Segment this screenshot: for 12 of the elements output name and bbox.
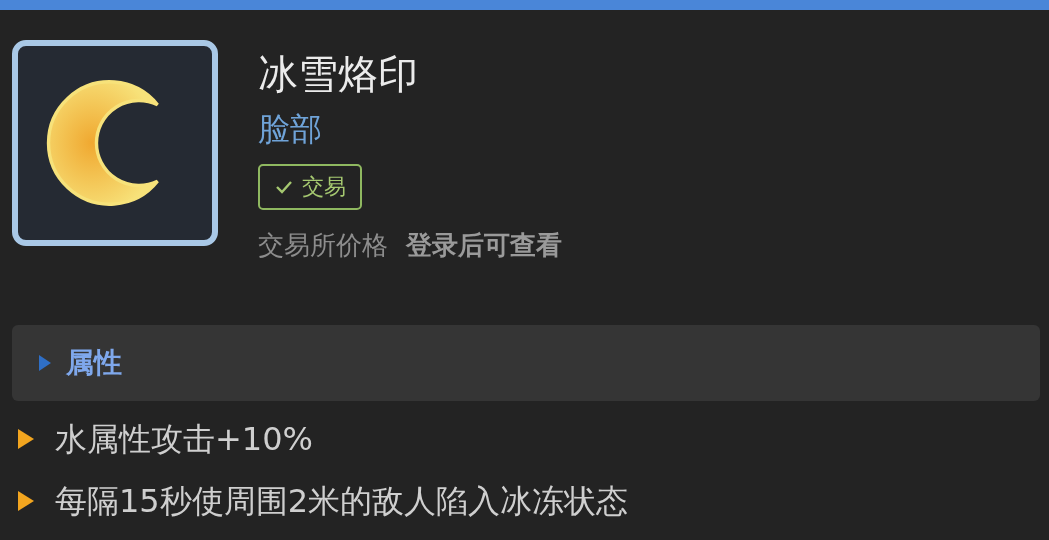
bullet-triangle-icon — [17, 490, 35, 512]
section-header[interactable]: 属性 — [12, 325, 1040, 401]
check-icon — [274, 179, 294, 195]
item-slot: 脸部 — [258, 106, 322, 152]
stat-text: 水属性攻击+10% — [55, 419, 313, 459]
item-name: 冰雪烙印 — [258, 50, 418, 99]
stat-text: 每隔15秒使周围2米的敌人陷入冰冻状态 — [55, 481, 629, 521]
triangle-icon — [38, 354, 52, 372]
price-label: 交易所价格 — [258, 229, 388, 262]
bullet-triangle-icon — [17, 428, 35, 450]
badge-label: 交易 — [302, 173, 346, 201]
price-value: 登录后可查看 — [406, 229, 562, 262]
